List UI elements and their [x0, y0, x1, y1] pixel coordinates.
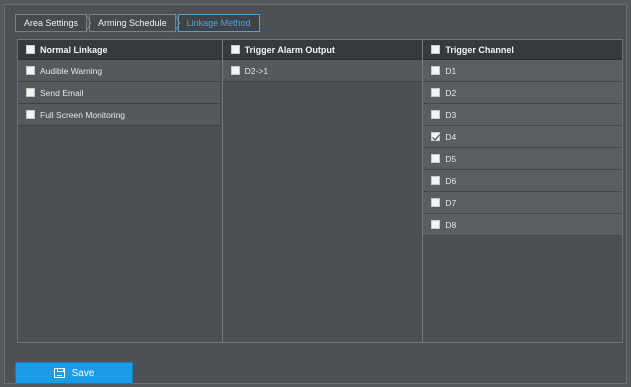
tab-label: Arming Schedule: [98, 18, 167, 28]
list-item-channel[interactable]: D2: [423, 82, 622, 104]
tab-linkage-method[interactable]: Linkage Method: [177, 14, 260, 32]
checkbox[interactable]: [431, 176, 441, 185]
column-title: Trigger Alarm Output: [244, 44, 335, 55]
linkage-columns: Normal Linkage Audible Warning Send Emai…: [17, 39, 623, 343]
list-item-channel[interactable]: D4: [423, 126, 622, 148]
normal-linkage-column: Normal Linkage Audible Warning Send Emai…: [18, 40, 222, 342]
item-label: Send Email: [40, 87, 84, 98]
select-all-checkbox[interactable]: [230, 45, 240, 54]
list-item-full-screen-monitoring[interactable]: Full Screen Monitoring: [18, 104, 220, 126]
checkbox[interactable]: [431, 110, 441, 119]
save-icon: [53, 368, 65, 378]
list-item-alarm-output[interactable]: D2->1: [222, 60, 423, 82]
checkbox[interactable]: [26, 88, 35, 97]
item-label: D7: [445, 197, 457, 208]
item-label: D4: [445, 131, 457, 142]
item-label: D2: [445, 87, 457, 98]
trigger-channel-header[interactable]: Trigger Channel: [423, 40, 622, 60]
normal-linkage-header[interactable]: Normal Linkage: [18, 40, 222, 60]
tab-arming-schedule[interactable]: Arming Schedule: [89, 13, 180, 33]
tab-area-settings[interactable]: Area Settings: [15, 13, 91, 33]
list-item-audible-warning[interactable]: Audible Warning: [18, 60, 220, 82]
column-title: Trigger Channel: [445, 44, 514, 55]
checkbox[interactable]: [26, 110, 35, 119]
item-label: D2->1: [244, 65, 269, 76]
select-all-checkbox[interactable]: [431, 45, 441, 54]
list-item-channel[interactable]: D7: [423, 192, 622, 214]
checkbox[interactable]: [431, 66, 441, 75]
list-item-channel[interactable]: D6: [423, 170, 622, 192]
checkbox[interactable]: [431, 154, 441, 163]
item-label: Full Screen Monitoring: [40, 109, 126, 120]
item-label: D5: [445, 153, 457, 164]
list-item-channel[interactable]: D3: [423, 104, 622, 126]
checkbox[interactable]: [431, 220, 441, 229]
list-item-channel[interactable]: D5: [423, 148, 622, 170]
column-title: Normal Linkage: [40, 44, 108, 55]
list-item-channel[interactable]: D8: [423, 214, 622, 236]
item-label: D3: [445, 109, 457, 120]
trigger-alarm-output-header[interactable]: Trigger Alarm Output: [222, 40, 423, 60]
tab-bar: Area Settings Arming Schedule Linkage Me…: [15, 13, 262, 33]
tab-label: Linkage Method: [186, 18, 251, 28]
list-item-channel[interactable]: D1: [423, 60, 622, 82]
linkage-settings-panel: Area Settings Arming Schedule Linkage Me…: [4, 4, 627, 384]
trigger-channel-column: Trigger Channel D1 D2 D3 D4 D5 D6 D7 D8: [422, 40, 622, 342]
checkbox[interactable]: [230, 66, 240, 75]
item-label: D6: [445, 175, 457, 186]
checkbox[interactable]: [431, 198, 441, 207]
checkbox-checked[interactable]: [431, 132, 441, 141]
item-label: D1: [445, 65, 457, 76]
save-button-label: Save: [71, 367, 95, 379]
item-label: D8: [445, 219, 457, 230]
select-all-checkbox[interactable]: [26, 45, 35, 54]
tab-label: Area Settings: [24, 18, 79, 28]
save-button[interactable]: Save: [15, 362, 133, 384]
list-item-send-email[interactable]: Send Email: [18, 82, 220, 104]
item-label: Audible Warning: [40, 65, 103, 76]
checkbox[interactable]: [26, 66, 35, 75]
trigger-alarm-output-column: Trigger Alarm Output D2->1: [221, 40, 423, 342]
checkbox[interactable]: [431, 88, 441, 97]
